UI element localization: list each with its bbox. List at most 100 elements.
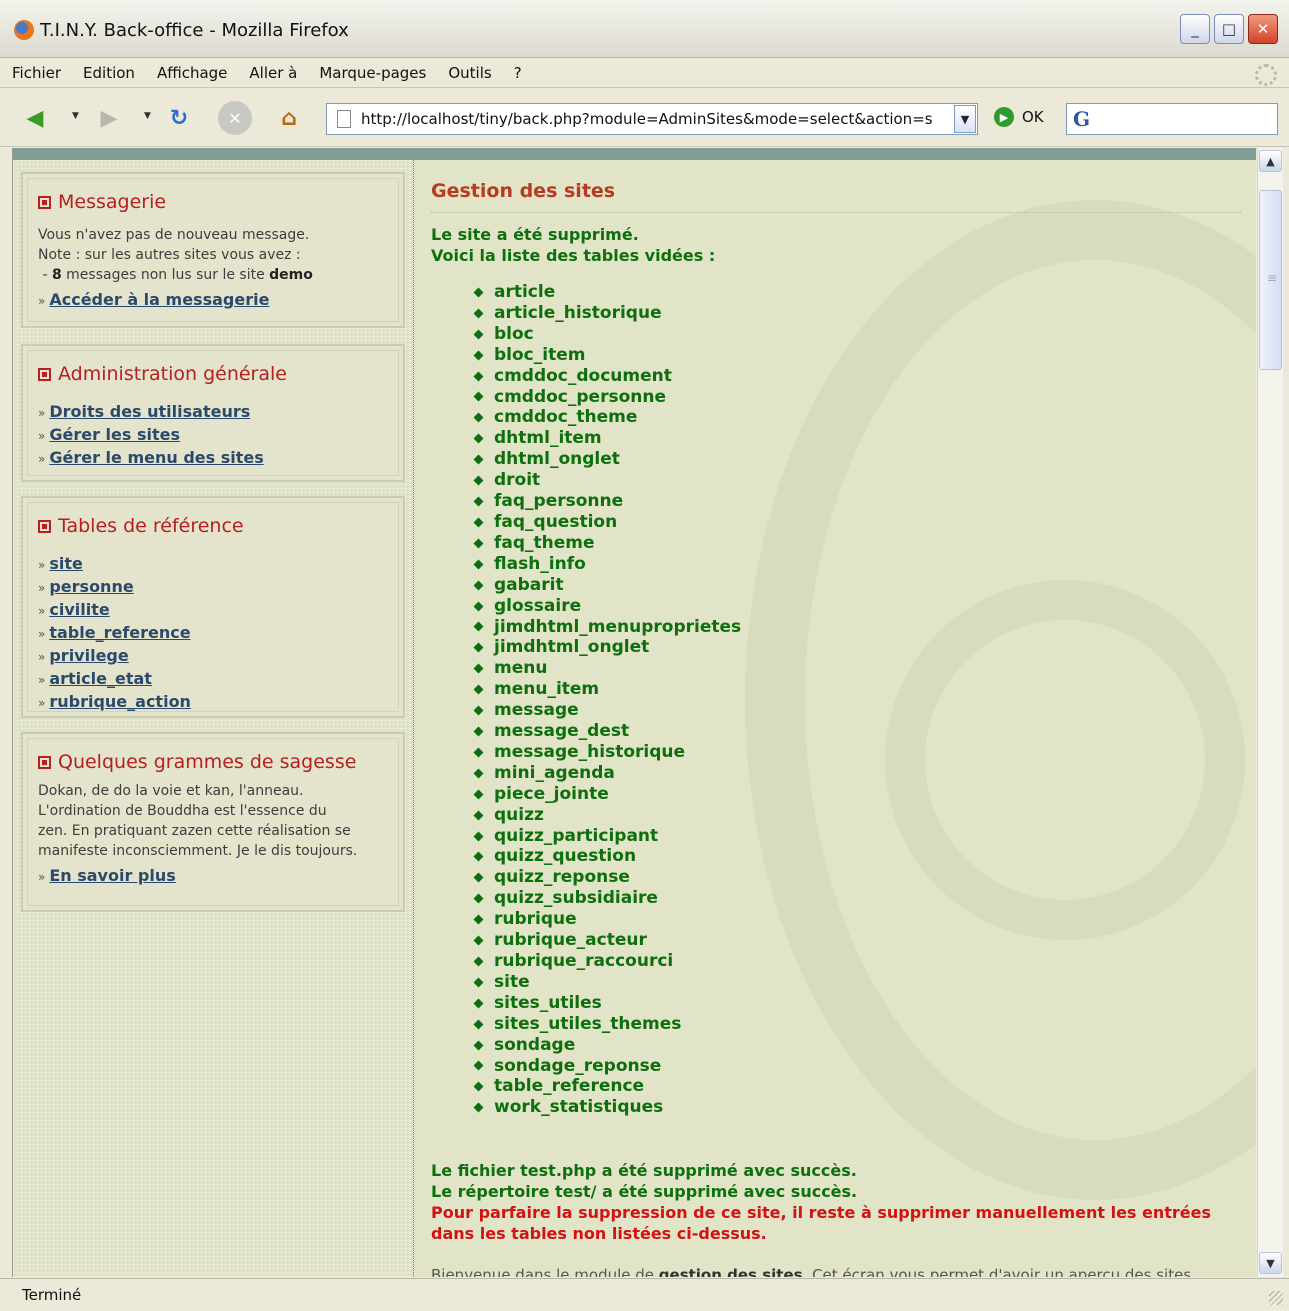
diamond-bullet-icon bbox=[473, 977, 484, 988]
ref-link-label[interactable]: article_etat bbox=[49, 669, 152, 688]
maximize-button[interactable]: □ bbox=[1214, 14, 1244, 44]
table-name: sites_utiles bbox=[494, 992, 602, 1013]
menu-help[interactable]: ? bbox=[514, 64, 522, 82]
go-button[interactable]: ▶ OK bbox=[994, 107, 1044, 127]
ref-link-label[interactable]: rubrique_action bbox=[49, 692, 191, 711]
messagerie-link[interactable]: » Accéder à la messagerie bbox=[38, 289, 388, 312]
table-name: quizz_reponse bbox=[494, 867, 630, 888]
scroll-up-icon[interactable]: ▲ bbox=[1259, 150, 1282, 172]
home-icon[interactable]: ⌂ bbox=[272, 101, 306, 135]
table-list-item: mini_agenda bbox=[473, 762, 741, 784]
forward-arrow-icon[interactable]: ▶ bbox=[92, 101, 126, 135]
emptied-tables-list: article article_historique bloc bloc_item cm… bbox=[473, 282, 741, 1118]
google-search-icon[interactable]: G bbox=[1073, 107, 1090, 131]
diamond-bullet-icon bbox=[473, 851, 484, 862]
sagesse-line: manifeste inconsciemment. Je le dis touj… bbox=[38, 843, 358, 859]
scroll-down-icon[interactable]: ▼ bbox=[1259, 1252, 1282, 1274]
back-arrow-icon[interactable]: ◀ bbox=[18, 101, 52, 135]
stop-icon[interactable]: ✕ bbox=[218, 101, 252, 135]
admin-link-droits[interactable]: » Droits des utilisateurs bbox=[38, 401, 388, 424]
table-list-item: rubrique_acteur bbox=[473, 930, 741, 951]
admin-link-label[interactable]: Droits des utilisateurs bbox=[49, 402, 250, 421]
page-header-strip bbox=[13, 148, 1256, 160]
ref-link-site[interactable]: » site bbox=[38, 553, 388, 576]
url-text[interactable]: http://localhost/tiny/back.php?module=Ad… bbox=[361, 110, 941, 128]
diamond-bullet-icon bbox=[473, 810, 484, 821]
ref-link-label[interactable]: privilege bbox=[49, 646, 128, 665]
menu-fichier[interactable]: Fichier bbox=[12, 64, 61, 82]
close-button[interactable]: ✕ bbox=[1248, 14, 1278, 44]
status-text: Terminé bbox=[22, 1286, 82, 1304]
diamond-bullet-icon bbox=[473, 726, 484, 737]
sagesse-link-label[interactable]: En savoir plus bbox=[49, 866, 175, 885]
diamond-bullet-icon bbox=[473, 935, 484, 946]
back-dropdown-icon[interactable]: ▼ bbox=[72, 111, 79, 121]
menu-aller[interactable]: Aller à bbox=[249, 64, 297, 82]
search-input[interactable]: G bbox=[1066, 103, 1278, 135]
ref-link-label[interactable]: table_reference bbox=[49, 623, 190, 642]
admin-title: Administration générale bbox=[58, 363, 287, 385]
table-list-item: sondage bbox=[473, 1035, 741, 1056]
admin-link-sites[interactable]: » Gérer les sites bbox=[38, 424, 388, 447]
menu-affichage[interactable]: Affichage bbox=[157, 64, 227, 82]
reload-icon[interactable]: ↻ bbox=[162, 101, 196, 135]
table-name: piece_jointe bbox=[494, 783, 609, 804]
ref-link-label[interactable]: personne bbox=[49, 577, 133, 596]
messagerie-link-label[interactable]: Accéder à la messagerie bbox=[49, 290, 269, 309]
ref-link-civilite[interactable]: » civilite bbox=[38, 599, 388, 622]
url-dropdown-icon[interactable]: ▼ bbox=[954, 105, 976, 133]
menu-marque-pages[interactable]: Marque-pages bbox=[319, 64, 426, 82]
resize-grip-icon[interactable] bbox=[1269, 1291, 1283, 1305]
welcome-prefix: Bienvenue dans le module de bbox=[431, 1266, 659, 1277]
ref-link-article-etat[interactable]: » article_etat bbox=[38, 668, 388, 691]
ref-link-table-reference[interactable]: » table_reference bbox=[38, 622, 388, 645]
tables-ref-heading: Tables de référence bbox=[38, 515, 388, 537]
throbber-icon bbox=[1255, 64, 1277, 86]
sagesse-link[interactable]: » En savoir plus bbox=[38, 865, 388, 888]
box-bullet-icon bbox=[38, 195, 51, 209]
table-name: mini_agenda bbox=[494, 762, 615, 783]
admin-link-label[interactable]: Gérer les sites bbox=[49, 425, 180, 444]
scroll-thumb[interactable] bbox=[1259, 190, 1282, 370]
admin-link-label[interactable]: Gérer le menu des sites bbox=[49, 448, 263, 467]
table-list-item: gabarit bbox=[473, 574, 741, 596]
menu-edition[interactable]: Edition bbox=[83, 64, 135, 82]
table-list-item: rubrique_raccourci bbox=[473, 951, 741, 972]
ref-link-privilege[interactable]: » privilege bbox=[38, 645, 388, 668]
table-name: table_reference bbox=[494, 1076, 645, 1097]
sagesse-title: Quelques grammes de sagesse bbox=[58, 751, 357, 773]
ref-link-rubrique-action[interactable]: » rubrique_action bbox=[38, 691, 388, 714]
table-name: site bbox=[494, 971, 530, 992]
forward-dropdown-icon[interactable]: ▼ bbox=[144, 111, 151, 121]
table-name: droit bbox=[494, 470, 541, 491]
page-icon bbox=[337, 110, 351, 128]
ref-link-label[interactable]: site bbox=[49, 554, 83, 573]
menu-outils[interactable]: Outils bbox=[448, 64, 491, 82]
table-name: gabarit bbox=[494, 574, 564, 595]
table-list-item: faq_personne bbox=[473, 491, 741, 512]
messagerie-heading: Messagerie bbox=[38, 191, 388, 213]
table-name: dhtml_onglet bbox=[494, 449, 620, 470]
welcome-text: Bienvenue dans le module de gestion des … bbox=[431, 1266, 1191, 1277]
messagerie-line2: Note : sur les autres sites vous avez : bbox=[38, 247, 301, 263]
file-deleted-message: Le fichier test.php a été supprimé avec … bbox=[431, 1161, 857, 1180]
unread-count: 8 bbox=[51, 267, 62, 283]
table-name: jimdhtml_onglet bbox=[494, 637, 650, 658]
diamond-bullet-icon bbox=[473, 1019, 484, 1030]
vertical-scrollbar[interactable]: ▲ ▼ bbox=[1257, 148, 1283, 1277]
messagerie-title: Messagerie bbox=[58, 191, 167, 213]
diamond-bullet-icon bbox=[473, 998, 484, 1009]
ref-link-label[interactable]: civilite bbox=[49, 600, 109, 619]
table-list-item: cmddoc_theme bbox=[473, 407, 741, 428]
ref-link-personne[interactable]: » personne bbox=[38, 576, 388, 599]
table-list-item: site bbox=[473, 971, 741, 993]
table-list-item: droit bbox=[473, 470, 741, 491]
minimize-button[interactable]: _ bbox=[1180, 14, 1210, 44]
diamond-bullet-icon bbox=[473, 433, 484, 444]
tables-ref-box: Tables de référence » site » personne » civ… bbox=[21, 496, 405, 718]
address-bar[interactable]: http://localhost/tiny/back.php?module=Ad… bbox=[326, 103, 978, 135]
admin-link-menu[interactable]: » Gérer le menu des sites bbox=[38, 447, 388, 470]
welcome-link[interactable]: gestion des sites bbox=[659, 1266, 803, 1277]
table-list-item: message_historique bbox=[473, 742, 741, 763]
tables-ref-title: Tables de référence bbox=[58, 515, 244, 537]
